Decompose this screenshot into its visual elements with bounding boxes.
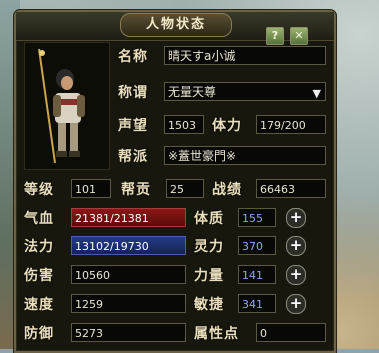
character-status-window: 人物状态 ? ✕ 名称 晴天すa小诚 称谓 无量天尊 ▼ 声望 1503 体力 …: [14, 10, 336, 353]
defense-label: 防御: [24, 326, 54, 342]
speed-label: 速度: [24, 297, 54, 313]
stamina-label: 体力: [212, 118, 242, 134]
agility-value: 341: [238, 294, 276, 313]
agility-label: 敏捷: [194, 297, 224, 313]
title-bar[interactable]: 人物状态: [16, 12, 334, 41]
title-dropdown[interactable]: 无量天尊 ▼: [164, 82, 326, 101]
spirit-label: 灵力: [194, 239, 224, 255]
merit-label: 战绩: [212, 182, 242, 198]
points-value: 0: [256, 323, 326, 342]
merit-value: 66463: [256, 179, 326, 198]
prestige-value: 1503: [164, 115, 204, 134]
add-spirit-button[interactable]: +: [286, 236, 306, 256]
speed-value: 1259: [71, 294, 186, 313]
faction-label: 帮派: [118, 149, 148, 165]
faction-value: ※蓋世豪門※: [164, 146, 326, 165]
name-field: 晴天すa小诚: [164, 46, 326, 65]
title-value: 无量天尊: [168, 85, 217, 99]
strength-label: 力量: [194, 268, 224, 284]
name-label: 名称: [118, 49, 148, 65]
add-strength-button[interactable]: +: [286, 265, 306, 285]
mp-label: 法力: [24, 239, 54, 255]
window-title: 人物状态: [120, 13, 232, 37]
hp-bar: 21381/21381: [71, 208, 186, 227]
level-label: 等级: [24, 182, 54, 198]
damage-label: 伤害: [24, 268, 54, 284]
title-label: 称谓: [118, 85, 148, 101]
constitution-value: 155: [238, 208, 276, 227]
points-label: 属性点: [194, 326, 239, 342]
mp-bar: 13102/19730: [71, 236, 186, 255]
hp-label: 气血: [24, 211, 54, 227]
help-button[interactable]: ?: [266, 27, 284, 45]
level-value: 101: [71, 179, 111, 198]
add-constitution-button[interactable]: +: [286, 208, 306, 228]
dropdown-arrow-icon[interactable]: ▼: [313, 84, 321, 100]
contribution-label: 帮贡: [121, 182, 151, 198]
add-agility-button[interactable]: +: [286, 294, 306, 314]
damage-value: 10560: [71, 265, 186, 284]
strength-value: 141: [238, 265, 276, 284]
constitution-label: 体质: [194, 211, 224, 227]
defense-value: 5273: [71, 323, 186, 342]
prestige-label: 声望: [118, 118, 148, 134]
spirit-value: 370: [238, 236, 276, 255]
contribution-value: 25: [166, 179, 204, 198]
stamina-value: 179/200: [256, 115, 326, 134]
character-portrait: [24, 42, 110, 170]
warrior-figure-icon: [38, 48, 85, 164]
close-button[interactable]: ✕: [290, 27, 308, 45]
